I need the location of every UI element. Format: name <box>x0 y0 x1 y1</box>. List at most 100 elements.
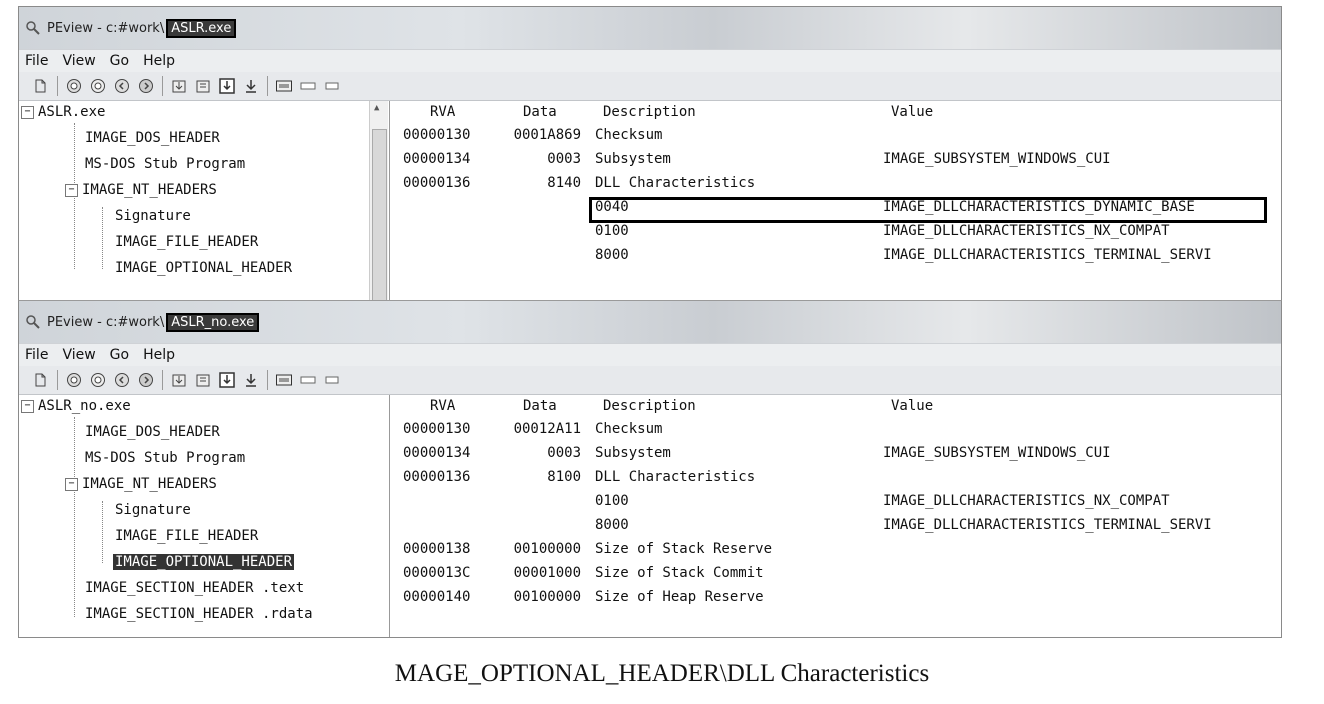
title-filename: ASLR.exe <box>166 18 237 38</box>
table-row[interactable]: 00000140 00100000 Size of Heap Reserve <box>403 585 1281 609</box>
tree-pane: − ASLR_no.exe IMAGE_DOS_HEADER MS-DOS Stu… <box>19 395 390 637</box>
toolbar <box>19 366 1281 395</box>
tree-item[interactable]: IMAGE_SECTION_HEADER .text <box>85 578 304 598</box>
table-header: RVA Data Description Value <box>403 395 1281 419</box>
table-header: RVA Data Description Value <box>403 101 1281 125</box>
view-text-icon[interactable] <box>300 78 316 94</box>
menu-file[interactable]: File <box>25 347 48 363</box>
tree-item[interactable]: Signature <box>115 500 191 520</box>
tree-pane: − ASLR.exe IMAGE_DOS_HEADER MS-DOS Stub P… <box>19 101 390 301</box>
app-icon <box>25 314 41 330</box>
next-icon[interactable] <box>138 78 154 94</box>
back-icon[interactable] <box>66 78 82 94</box>
toolbar-separator <box>162 76 163 96</box>
view-hex-icon[interactable] <box>276 78 292 94</box>
collapse-icon[interactable]: − <box>21 399 34 413</box>
open-file-icon[interactable] <box>33 78 49 94</box>
table-row[interactable]: 0000013C 00001000 Size of Stack Commit <box>403 561 1281 585</box>
title-text: PEview - c:#work\ <box>47 314 165 330</box>
view-list-icon[interactable] <box>324 78 340 94</box>
open-file-icon[interactable] <box>33 372 49 388</box>
toolbar-separator <box>267 370 268 390</box>
data-table: RVA Data Description Value 00000130 0001… <box>403 395 1281 637</box>
menu-go[interactable]: Go <box>110 347 129 363</box>
tree-item[interactable]: IMAGE_DOS_HEADER <box>85 128 220 148</box>
column-header-description[interactable]: Description <box>603 104 696 120</box>
tree-item[interactable]: IMAGE_FILE_HEADER <box>115 232 258 252</box>
tree-item[interactable]: MS-DOS Stub Program <box>85 154 245 174</box>
previous-icon[interactable] <box>114 78 130 94</box>
tree-item[interactable]: IMAGE_DOS_HEADER <box>85 422 220 442</box>
table-row-highlighted[interactable]: 0040 IMAGE_DLLCHARACTERISTICS_DYNAMIC_BA… <box>403 195 1281 219</box>
tree-item-root[interactable]: − ASLR_no.exe <box>21 396 131 416</box>
title-bar[interactable]: PEview - c:#work\ ASLR.exe <box>19 7 1281 49</box>
collapse-icon[interactable]: − <box>65 477 78 491</box>
tree-item[interactable]: MS-DOS Stub Program <box>85 448 245 468</box>
column-header-data[interactable]: Data <box>523 104 557 120</box>
import-icon[interactable] <box>171 372 187 388</box>
tree-item[interactable]: IMAGE_OPTIONAL_HEADER <box>115 258 292 278</box>
export-icon[interactable] <box>195 78 211 94</box>
column-header-data[interactable]: Data <box>523 398 557 414</box>
import-icon[interactable] <box>171 78 187 94</box>
tree-connector <box>102 501 103 563</box>
menu-view[interactable]: View <box>62 347 95 363</box>
app-icon <box>25 20 41 36</box>
down-arrow-icon[interactable] <box>243 372 259 388</box>
table-row[interactable]: 00000136 8100 DLL Characteristics <box>403 465 1281 489</box>
menu-help[interactable]: Help <box>143 53 175 69</box>
down-arrow-box-icon[interactable] <box>219 372 235 388</box>
column-header-rva[interactable]: RVA <box>430 104 455 120</box>
table-row[interactable]: 00000138 00100000 Size of Stack Reserve <box>403 537 1281 561</box>
column-header-description[interactable]: Description <box>603 398 696 414</box>
tree-item[interactable]: − IMAGE_NT_HEADERS <box>65 474 217 494</box>
down-arrow-box-icon[interactable] <box>219 78 235 94</box>
view-list-icon[interactable] <box>324 372 340 388</box>
table-row[interactable]: 00000130 00012A11 Checksum <box>403 417 1281 441</box>
peview-window-aslr-no: PEview - c:#work\ ASLR_no.exe File View … <box>18 300 1282 638</box>
tree-item[interactable]: − IMAGE_NT_HEADERS <box>65 180 217 200</box>
menu-file[interactable]: File <box>25 53 48 69</box>
figure-caption: MAGE_OPTIONAL_HEADER\DLL Characteristics <box>394 660 930 687</box>
export-icon[interactable] <box>195 372 211 388</box>
title-bar[interactable]: PEview - c:#work\ ASLR_no.exe <box>19 301 1281 343</box>
table-row[interactable]: 00000134 0003 Subsystem IMAGE_SUBSYSTEM_… <box>403 147 1281 171</box>
scroll-up-icon[interactable]: ▲ <box>374 103 379 113</box>
table-row[interactable]: 0100 IMAGE_DLLCHARACTERISTICS_NX_COMPAT <box>403 219 1281 243</box>
forward-icon[interactable] <box>90 372 106 388</box>
scroll-thumb[interactable] <box>372 129 387 301</box>
tree-item-selected[interactable]: IMAGE_OPTIONAL_HEADER <box>113 552 295 572</box>
table-row[interactable]: 8000 IMAGE_DLLCHARACTERISTICS_TERMINAL_S… <box>403 243 1281 267</box>
column-header-rva[interactable]: RVA <box>430 398 455 414</box>
table-row[interactable]: 00000134 0003 Subsystem IMAGE_SUBSYSTEM_… <box>403 441 1281 465</box>
tree-connector <box>102 207 103 269</box>
next-icon[interactable] <box>138 372 154 388</box>
table-row[interactable]: 00000136 8140 DLL Characteristics <box>403 171 1281 195</box>
tree-item[interactable]: Signature <box>115 206 191 226</box>
tree-item-root[interactable]: − ASLR.exe <box>21 102 105 122</box>
tree-item[interactable]: IMAGE_FILE_HEADER <box>115 526 258 546</box>
menu-help[interactable]: Help <box>143 347 175 363</box>
tree-item[interactable]: IMAGE_SECTION_HEADER .rdata <box>85 604 313 624</box>
back-icon[interactable] <box>66 372 82 388</box>
data-table: RVA Data Description Value 00000130 0001… <box>403 101 1281 301</box>
forward-icon[interactable] <box>90 78 106 94</box>
toolbar-separator <box>162 370 163 390</box>
view-hex-icon[interactable] <box>276 372 292 388</box>
previous-icon[interactable] <box>114 372 130 388</box>
toolbar-separator <box>267 76 268 96</box>
toolbar <box>19 72 1281 101</box>
collapse-icon[interactable]: − <box>21 105 34 119</box>
collapse-icon[interactable]: − <box>65 183 78 197</box>
menu-view[interactable]: View <box>62 53 95 69</box>
table-row[interactable]: 8000 IMAGE_DLLCHARACTERISTICS_TERMINAL_S… <box>403 513 1281 537</box>
view-text-icon[interactable] <box>300 372 316 388</box>
menu-bar: File View Go Help <box>19 49 1281 72</box>
table-row[interactable]: 00000130 0001A869 Checksum <box>403 123 1281 147</box>
table-row[interactable]: 0100 IMAGE_DLLCHARACTERISTICS_NX_COMPAT <box>403 489 1281 513</box>
menu-go[interactable]: Go <box>110 53 129 69</box>
down-arrow-icon[interactable] <box>243 78 259 94</box>
column-header-value[interactable]: Value <box>891 104 933 120</box>
column-header-value[interactable]: Value <box>891 398 933 414</box>
tree-scrollbar[interactable]: ▲ <box>369 101 388 301</box>
